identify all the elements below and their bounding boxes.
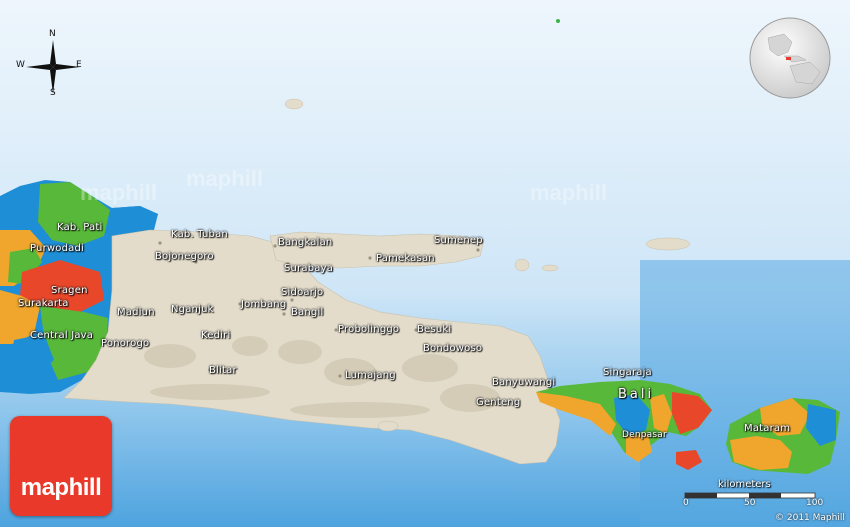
- place-label: Kediri: [201, 330, 231, 341]
- compass-north: N: [49, 29, 56, 39]
- copyright-text: © 2011 Maphill: [775, 513, 845, 523]
- place-label: Mataram: [744, 423, 791, 434]
- place-label: Besuki: [417, 324, 452, 335]
- scale-tick: 100: [806, 498, 824, 508]
- place-label: Central Java: [30, 330, 94, 341]
- place-label: Ponorogo: [101, 338, 150, 349]
- region-label: Bali: [618, 387, 655, 402]
- watermark: maphill: [186, 166, 264, 191]
- place-label: Kab. Tuban: [171, 229, 228, 240]
- place-label: Jombang: [241, 299, 287, 310]
- place-label: Kab. Pati: [57, 222, 103, 233]
- watermark: maphill: [530, 180, 608, 205]
- place-label: Probolinggo: [338, 324, 400, 335]
- place-label: Denpasar: [622, 430, 667, 440]
- compass-rose: N S W E: [16, 29, 88, 102]
- place-label: Lumajang: [345, 370, 396, 381]
- scale-tick: 50: [744, 498, 756, 508]
- map-canvas[interactable]: maphill maphill maphill N S W E Kab. Pat…: [0, 0, 850, 527]
- watermark: maphill: [80, 180, 158, 205]
- place-label: Surakarta: [18, 298, 69, 309]
- place-label: Genteng: [476, 397, 521, 408]
- place-label: Bangkalan: [278, 237, 333, 248]
- place-label: Sidoarjo: [281, 287, 324, 298]
- place-label: Singaraja: [603, 367, 652, 378]
- compass-south: S: [50, 88, 56, 98]
- place-label: Madiun: [117, 307, 155, 318]
- locator-globe-icon: [748, 16, 832, 100]
- maphill-logo[interactable]: maphill: [10, 416, 112, 516]
- place-label: Surabaya: [284, 263, 334, 274]
- compass-east: E: [76, 60, 82, 70]
- place-label: Bojonegoro: [155, 251, 214, 262]
- place-label: Sragen: [51, 285, 88, 296]
- place-label: Bondowoso: [423, 343, 483, 354]
- scale-tick: 0: [683, 498, 689, 508]
- place-label: Bangil: [291, 307, 324, 318]
- place-label: Purwodadi: [30, 243, 85, 254]
- place-label: Banyuwangi: [492, 377, 556, 388]
- place-label: Sumenep: [434, 235, 483, 246]
- place-label: Pamekasan: [376, 253, 435, 264]
- islet-marker: [556, 19, 560, 23]
- place-label: Nganjuk: [171, 304, 214, 315]
- brand-text: maphill: [20, 474, 102, 501]
- place-label: Blitar: [209, 365, 237, 376]
- compass-west: W: [16, 60, 25, 70]
